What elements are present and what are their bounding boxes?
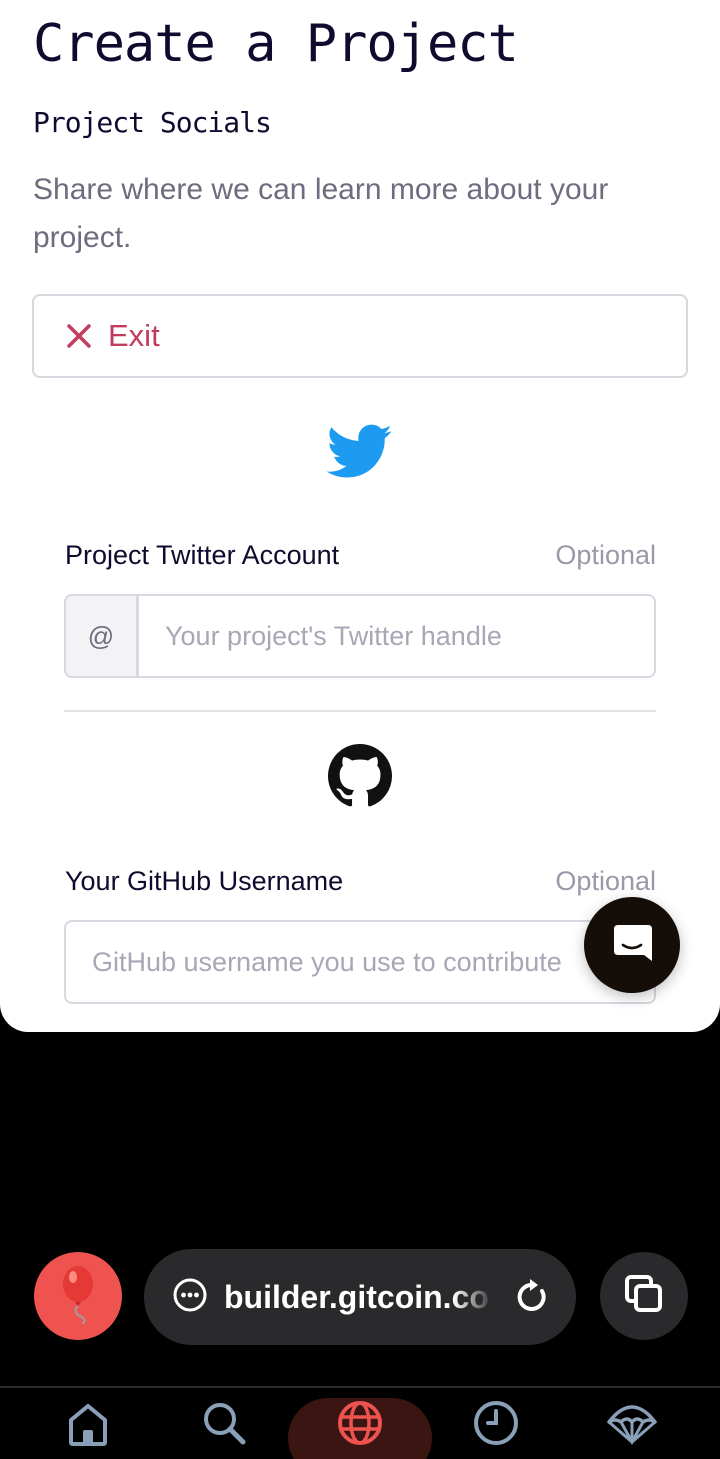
page-sheet: Create a Project Project Socials Share w…	[0, 0, 720, 1032]
twitter-optional-label: Optional	[555, 540, 656, 570]
search-icon	[199, 1398, 249, 1453]
page-title: Create a Project	[33, 14, 519, 74]
nav-history[interactable]	[466, 1398, 526, 1458]
twitter-icon	[326, 424, 393, 487]
github-username-input[interactable]	[64, 920, 656, 1004]
exit-button[interactable]: Exit	[32, 294, 688, 378]
balloon-icon	[56, 1264, 100, 1329]
reload-icon[interactable]	[514, 1277, 550, 1320]
site-info-icon[interactable]	[172, 1277, 208, 1318]
chat-icon	[610, 921, 654, 970]
exit-label: Exit	[108, 318, 160, 353]
parachute-icon	[605, 1398, 659, 1453]
nav-browser[interactable]	[330, 1398, 390, 1458]
close-icon	[64, 321, 94, 351]
section-divider	[64, 710, 656, 712]
address-bar[interactable]: builder.gitcoin.co	[144, 1249, 576, 1345]
balloon-button[interactable]	[34, 1252, 122, 1340]
at-prefix: @	[64, 594, 138, 678]
twitter-handle-input[interactable]	[137, 594, 656, 678]
bottom-nav	[0, 1386, 720, 1459]
tabs-button[interactable]	[600, 1252, 688, 1340]
history-icon	[471, 1398, 521, 1453]
globe-icon	[335, 1398, 385, 1453]
url-text: builder.gitcoin.co	[224, 1278, 489, 1315]
nav-search[interactable]	[194, 1398, 254, 1458]
github-optional-label: Optional	[555, 866, 656, 896]
twitter-label: Project Twitter Account	[65, 540, 340, 570]
github-label: Your GitHub Username	[65, 866, 344, 896]
home-icon	[63, 1398, 113, 1453]
page-description: Share where we can learn more about your…	[33, 173, 609, 254]
tabs-icon	[623, 1273, 665, 1320]
github-icon	[328, 744, 392, 813]
nav-airdrop[interactable]	[602, 1398, 662, 1458]
nav-home[interactable]	[58, 1398, 118, 1458]
chat-button[interactable]	[584, 897, 680, 993]
page-subtitle: Project Socials	[33, 106, 272, 139]
